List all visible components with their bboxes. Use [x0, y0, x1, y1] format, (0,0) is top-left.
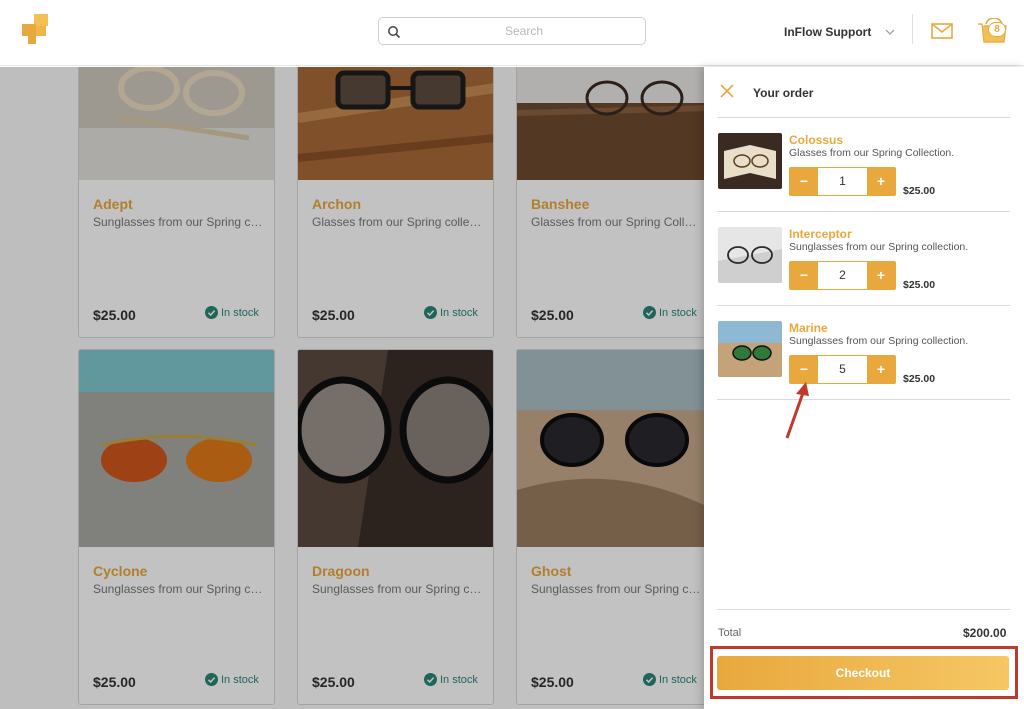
order-item-price: $25.00: [903, 185, 936, 197]
order-item-name[interactable]: Interceptor: [789, 227, 852, 241]
order-item: Marine Sunglasses from our Spring collec…: [717, 306, 1010, 400]
total-value: $200.00: [963, 626, 1007, 640]
search-icon: [388, 26, 401, 39]
search-input[interactable]: [409, 21, 639, 41]
user-menu[interactable]: InFlow Support: [784, 23, 895, 41]
cart-count-badge: 8: [988, 22, 1006, 37]
divider: [717, 399, 1010, 400]
order-item-name[interactable]: Marine: [789, 321, 828, 335]
top-header: InFlow Support 8: [0, 0, 1024, 66]
decrease-quantity-button[interactable]: −: [790, 168, 818, 195]
quantity-stepper: − 5 +: [789, 355, 896, 384]
logo-icon[interactable]: [22, 14, 52, 46]
decrease-quantity-button[interactable]: −: [790, 262, 818, 289]
order-item: Interceptor Sunglasses from our Spring c…: [717, 212, 1010, 306]
header-divider: [912, 14, 913, 44]
divider: [717, 609, 1010, 610]
order-item-price: $25.00: [903, 279, 936, 291]
order-item-thumbnail: [718, 227, 782, 283]
chevron-down-icon: [885, 29, 895, 35]
increase-quantity-button[interactable]: +: [867, 262, 895, 289]
quantity-input[interactable]: 2: [819, 262, 866, 289]
mail-icon[interactable]: [931, 23, 953, 39]
order-item-description: Sunglasses from our Spring collection.: [789, 335, 969, 347]
total-label: Total: [718, 627, 742, 639]
order-item-price: $25.00: [903, 373, 936, 385]
increase-quantity-button[interactable]: +: [867, 356, 895, 383]
order-item: Colossus Glasses from our Spring Collect…: [717, 118, 1010, 212]
quantity-input[interactable]: 5: [819, 356, 866, 383]
order-panel-title: Your order: [753, 86, 814, 100]
quantity-stepper: − 1 +: [789, 167, 896, 196]
search-box[interactable]: [378, 17, 646, 45]
modal-backdrop[interactable]: [0, 67, 704, 709]
order-item-description: Sunglasses from our Spring collection.: [789, 241, 969, 253]
order-item-thumbnail: [718, 321, 782, 377]
quantity-stepper: − 2 +: [789, 261, 896, 290]
order-item-name[interactable]: Colossus: [789, 133, 843, 147]
increase-quantity-button[interactable]: +: [867, 168, 895, 195]
decrease-quantity-button[interactable]: −: [790, 356, 818, 383]
quantity-input[interactable]: 1: [819, 168, 866, 195]
arrow-pointer-icon: [785, 382, 809, 439]
checkout-highlight-box: [710, 646, 1018, 699]
close-icon[interactable]: [720, 84, 734, 98]
user-name: InFlow Support: [784, 25, 872, 39]
order-panel: Your order Colossus Glasses from our Spr…: [704, 67, 1024, 709]
order-item-thumbnail: [718, 133, 782, 189]
order-item-description: Glasses from our Spring Collection.: [789, 147, 955, 159]
